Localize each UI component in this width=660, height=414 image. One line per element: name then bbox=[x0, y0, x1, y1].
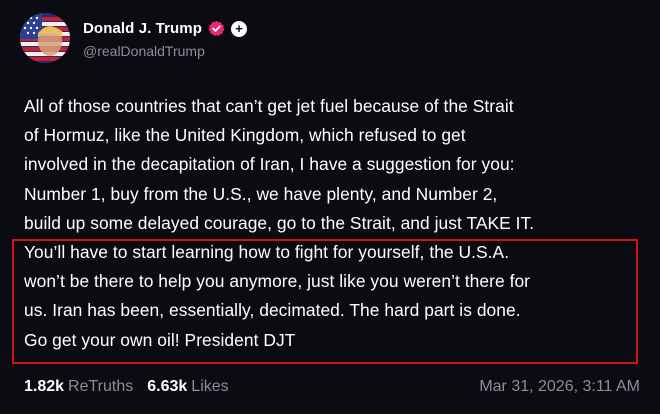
post-line: Go get your own oil! President DJT bbox=[24, 329, 296, 350]
post-stats: 1.82k ReTruths 6.63k Likes Mar 31, 2026,… bbox=[24, 376, 640, 398]
author-handle[interactable]: @realDonaldTrump bbox=[83, 43, 247, 59]
post-card: Donald J. Trump + @realDonaldTrump All o… bbox=[0, 0, 660, 414]
likes-count: 6.63k bbox=[147, 378, 188, 395]
retruths-stat[interactable]: 1.82k ReTruths bbox=[24, 378, 133, 396]
avatar-image bbox=[20, 13, 70, 63]
likes-stat[interactable]: 6.63k Likes bbox=[147, 378, 228, 396]
avatar[interactable] bbox=[20, 13, 70, 63]
verified-badge-icon bbox=[208, 20, 225, 37]
post-line: won’t be there to help you anymore, just… bbox=[24, 271, 531, 292]
post-header: Donald J. Trump + @realDonaldTrump bbox=[20, 12, 248, 64]
post-line: Number 1, buy from the U.S., we have ple… bbox=[24, 183, 498, 204]
post-line: involved in the decapitation of Iran, I … bbox=[24, 154, 515, 175]
author-meta: Donald J. Trump + @realDonaldTrump bbox=[83, 18, 248, 59]
post-line: of Hormuz, like the United Kingdom, whic… bbox=[24, 125, 466, 146]
post-line: You’ll have to start learning how to fig… bbox=[24, 242, 510, 263]
post-line: build up some delayed courage, go to the… bbox=[24, 212, 535, 233]
post-line: All of those countries that can’t get je… bbox=[24, 96, 514, 116]
retruths-count: 1.82k bbox=[24, 378, 65, 395]
post-timestamp[interactable]: Mar 31, 2026, 3:11 AM bbox=[479, 378, 640, 396]
display-name[interactable]: Donald J. Trump bbox=[83, 20, 202, 37]
post-body: All of those countries that can’t get je… bbox=[24, 92, 646, 355]
name-row: Donald J. Trump + bbox=[83, 18, 248, 40]
likes-label: Likes bbox=[191, 378, 229, 395]
post-line: us. Iran has been, essentially, decimate… bbox=[24, 300, 521, 321]
plus-icon[interactable]: + bbox=[231, 20, 248, 37]
retruths-label: ReTruths bbox=[68, 378, 134, 395]
